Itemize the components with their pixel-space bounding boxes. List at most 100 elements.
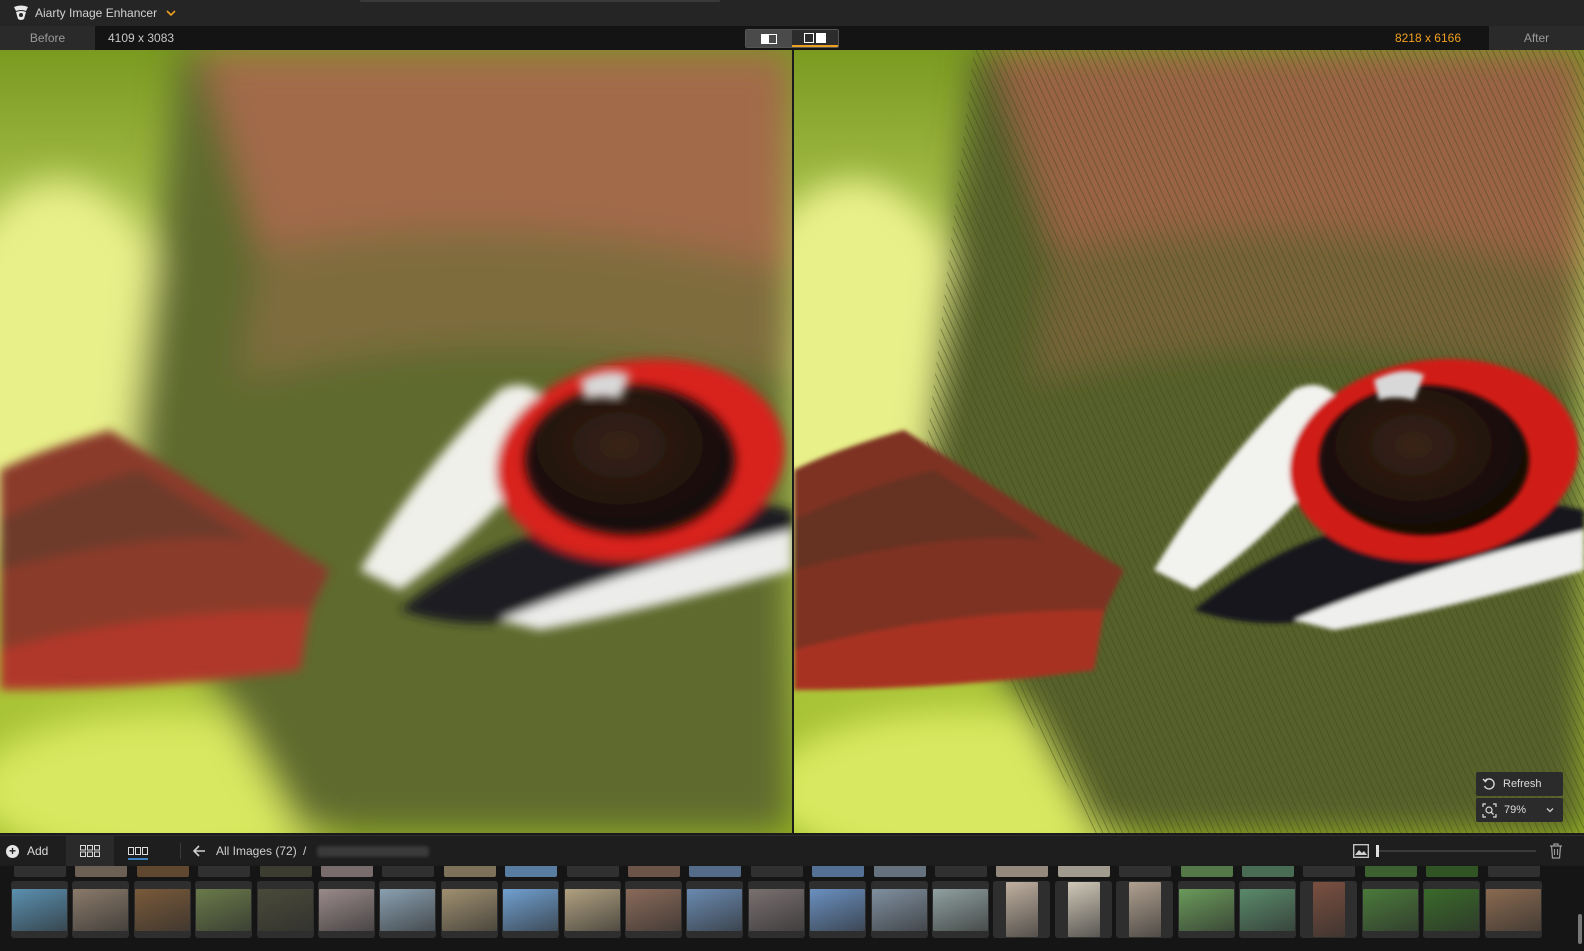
thumbnail-item-partial[interactable] bbox=[1242, 866, 1294, 877]
thumbnail-image bbox=[1486, 888, 1541, 931]
thumbnail-size-slider[interactable] bbox=[1376, 845, 1536, 857]
back-arrow-icon[interactable] bbox=[193, 836, 206, 866]
thumbnail-item[interactable] bbox=[1362, 881, 1419, 938]
thumbnail-image bbox=[1128, 882, 1161, 937]
zoom-dropdown[interactable]: 79% bbox=[1476, 798, 1563, 822]
grid-view-button[interactable] bbox=[66, 836, 114, 866]
thumbnail-item-partial[interactable] bbox=[1426, 866, 1478, 877]
thumbnail-item[interactable] bbox=[441, 881, 498, 938]
thumbnail-item-partial[interactable] bbox=[628, 866, 680, 877]
thumbnail-image bbox=[1424, 888, 1479, 931]
thumbnail-image bbox=[810, 888, 865, 931]
thumbnail-image bbox=[872, 888, 927, 931]
thumbnail-item-partial[interactable] bbox=[1303, 866, 1355, 877]
thumbnail-item[interactable] bbox=[564, 881, 621, 938]
thumbnail-item-partial[interactable] bbox=[689, 866, 741, 877]
thumbnail-image bbox=[1312, 882, 1345, 937]
thumbnail-item[interactable] bbox=[1178, 881, 1235, 938]
slider-handle[interactable] bbox=[1376, 845, 1379, 857]
thumbnail-item[interactable] bbox=[379, 881, 436, 938]
thumbnail-item[interactable] bbox=[72, 881, 129, 938]
window-drag-handle[interactable] bbox=[360, 0, 720, 2]
filmstrip-view-button[interactable] bbox=[114, 836, 162, 866]
thumbnail-item-partial[interactable] bbox=[137, 866, 189, 877]
thumbnail-image bbox=[258, 888, 313, 931]
thumbnail-item-partial[interactable] bbox=[260, 866, 312, 877]
after-resolution: 8218 x 6166 bbox=[1394, 31, 1461, 45]
app-title[interactable]: Aiarty Image Enhancer bbox=[35, 6, 157, 20]
thumbnail-item-partial[interactable] bbox=[1488, 866, 1540, 877]
thumbnail-item[interactable] bbox=[195, 881, 252, 938]
thumbnail-image bbox=[626, 888, 681, 931]
filmstrip[interactable] bbox=[0, 866, 1584, 951]
thumbnail-item-partial[interactable] bbox=[198, 866, 250, 877]
thumbnail-item-partial[interactable] bbox=[751, 866, 803, 877]
thumbnail-item[interactable] bbox=[134, 881, 191, 938]
grid-view-icon bbox=[80, 845, 100, 857]
thumbnail-item[interactable] bbox=[748, 881, 805, 938]
thumbnail-item-partial[interactable] bbox=[874, 866, 926, 877]
filmstrip-view-icon bbox=[128, 847, 148, 855]
thumbnail-image bbox=[1005, 882, 1038, 937]
thumbnail-item[interactable] bbox=[686, 881, 743, 938]
thumbnail-image bbox=[1240, 888, 1295, 931]
thumbnail-item-partial[interactable] bbox=[14, 866, 66, 877]
thumbnail-item-partial[interactable] bbox=[444, 866, 496, 877]
thumbnail-item-partial[interactable] bbox=[1181, 866, 1233, 877]
thumbnail-item[interactable] bbox=[318, 881, 375, 938]
before-label: Before bbox=[0, 26, 95, 50]
after-label: After bbox=[1489, 26, 1584, 50]
single-view-button[interactable] bbox=[746, 30, 792, 47]
toolbar-divider bbox=[180, 843, 181, 859]
thumbnail-item[interactable] bbox=[1239, 881, 1296, 938]
thumbnail-item[interactable] bbox=[932, 881, 989, 938]
thumbnail-item[interactable] bbox=[993, 881, 1050, 938]
thumbnail-item[interactable] bbox=[1116, 881, 1173, 938]
thumbnail-item[interactable] bbox=[871, 881, 928, 938]
thumbnail-item[interactable] bbox=[1055, 881, 1112, 938]
add-button[interactable]: + Add bbox=[6, 836, 48, 866]
thumbnail-image bbox=[1067, 882, 1100, 937]
side-by-side-icon bbox=[804, 32, 826, 43]
thumbnail-item-partial[interactable] bbox=[1365, 866, 1417, 877]
gallery-toolbar: + Add All Images (72) / bbox=[0, 835, 1584, 866]
filmstrip-scrollbar[interactable] bbox=[1578, 914, 1582, 944]
thumbnail-item-partial[interactable] bbox=[1058, 866, 1110, 877]
thumbnail-item-partial[interactable] bbox=[935, 866, 987, 877]
plus-icon: + bbox=[6, 844, 19, 858]
thumbnail-image bbox=[565, 888, 620, 931]
breadcrumb-current-file bbox=[317, 846, 429, 857]
trash-icon[interactable] bbox=[1549, 843, 1563, 862]
breadcrumb-all-images[interactable]: All Images (72) bbox=[216, 836, 297, 866]
side-by-side-view-button[interactable] bbox=[792, 30, 838, 47]
thumbnail-item[interactable] bbox=[11, 881, 68, 938]
thumbnail-image bbox=[319, 888, 374, 931]
thumbnail-item-partial[interactable] bbox=[321, 866, 373, 877]
refresh-button[interactable]: Refresh bbox=[1476, 772, 1563, 796]
thumbnail-item[interactable] bbox=[1300, 881, 1357, 938]
thumbnail-item-partial[interactable] bbox=[382, 866, 434, 877]
thumbnail-item-partial[interactable] bbox=[996, 866, 1048, 877]
thumbnail-item-partial[interactable] bbox=[567, 866, 619, 877]
thumbnail-item-partial[interactable] bbox=[75, 866, 127, 877]
after-image[interactable] bbox=[794, 50, 1584, 833]
thumbnail-item-partial[interactable] bbox=[505, 866, 557, 877]
thumbnail-item-partial[interactable] bbox=[812, 866, 864, 877]
before-image[interactable] bbox=[0, 50, 792, 833]
thumbnail-item[interactable] bbox=[257, 881, 314, 938]
breadcrumb-separator: / bbox=[303, 844, 307, 858]
add-label: Add bbox=[27, 844, 49, 858]
thumbnail-image bbox=[933, 888, 988, 931]
thumbnail-image bbox=[73, 888, 128, 931]
single-view-icon bbox=[761, 33, 777, 44]
thumbnail-item[interactable] bbox=[502, 881, 559, 938]
thumbnail-item[interactable] bbox=[809, 881, 866, 938]
thumbnail-item[interactable] bbox=[1485, 881, 1542, 938]
compare-bar: Before 4109 x 3083 8218 x 6166 After bbox=[0, 26, 1584, 50]
thumbnail-item[interactable] bbox=[625, 881, 682, 938]
thumbnail-image bbox=[135, 888, 190, 931]
thumbnail-item[interactable] bbox=[1423, 881, 1480, 938]
thumbnail-item-partial[interactable] bbox=[1119, 866, 1171, 877]
chevron-down-icon[interactable] bbox=[165, 7, 177, 19]
view-mode-toggle bbox=[745, 29, 839, 48]
